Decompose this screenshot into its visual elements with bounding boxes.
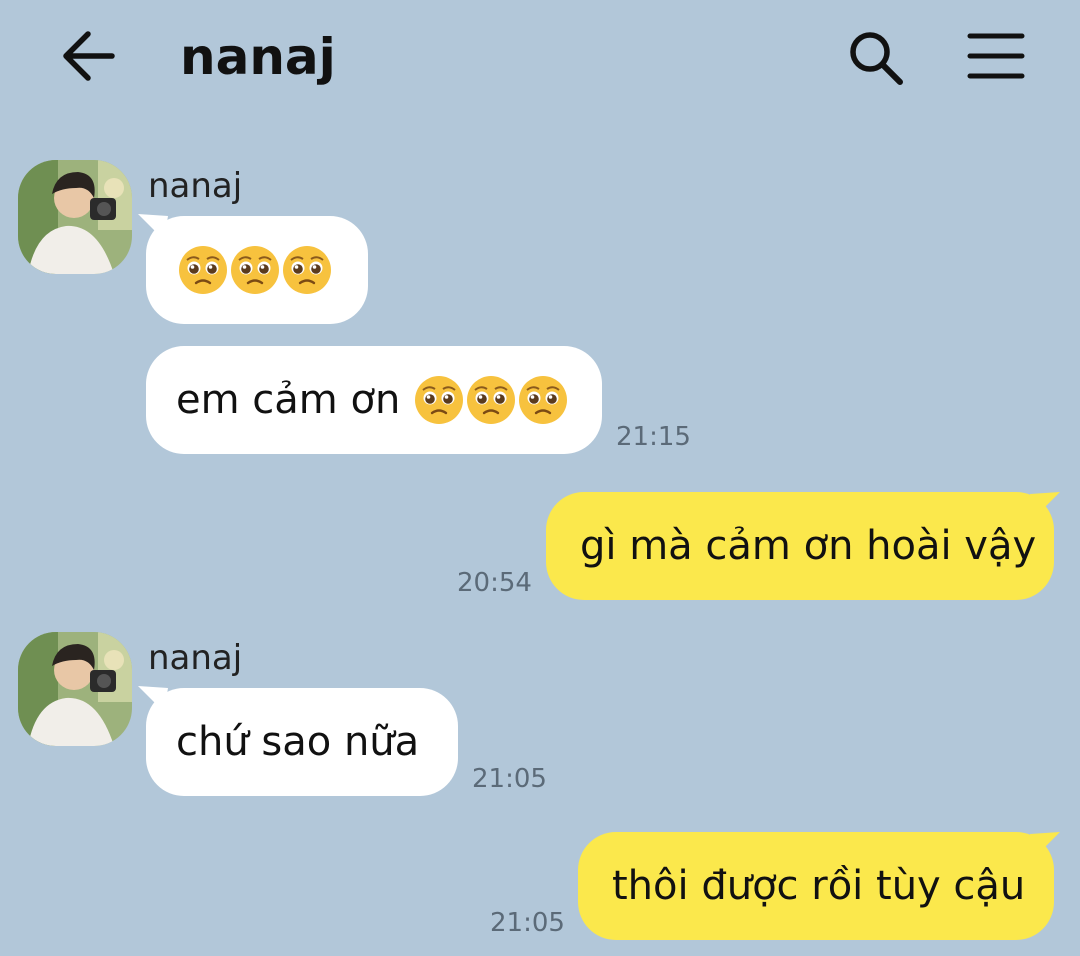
emoji-row (412, 375, 568, 425)
message-timestamp: 20:54 (457, 568, 532, 598)
avatar-image (18, 632, 132, 746)
arrow-left-icon (63, 31, 115, 81)
message-bubble-incoming[interactable]: chứ sao nữa (146, 688, 458, 796)
message-bubble-outgoing[interactable]: gì mà cảm ơn hoài vậy (546, 492, 1054, 600)
message-timestamp: 21:05 (472, 764, 547, 794)
pleading-face-emoji-icon (231, 246, 279, 294)
message-text: gì mà cảm ơn hoài vậy (580, 523, 1037, 569)
avatar[interactable] (18, 160, 132, 274)
search-button[interactable] (846, 28, 906, 88)
message-text: chứ sao nữa (176, 719, 420, 765)
pleading-face-emoji-icon (519, 376, 568, 424)
search-icon (850, 32, 903, 85)
pleading-face-emoji-icon (467, 376, 516, 424)
back-button[interactable] (58, 28, 118, 84)
message-text: em cảm ơn (176, 377, 401, 423)
message-timestamp: 21:15 (616, 422, 691, 452)
message-bubble-incoming[interactable] (146, 216, 368, 324)
avatar[interactable] (18, 632, 132, 746)
message-bubble-outgoing[interactable]: thôi được rồi tùy cậu (578, 832, 1054, 940)
emoji-row (176, 245, 332, 295)
pleading-face-emoji-icon (415, 376, 464, 424)
chat-title: nanaj (180, 28, 336, 86)
sender-name: nanaj (148, 638, 243, 678)
chat-header: nanaj (0, 0, 1080, 120)
sender-name: nanaj (148, 166, 243, 206)
menu-button[interactable] (966, 30, 1026, 82)
avatar-image (18, 160, 132, 274)
message-timestamp: 21:05 (490, 908, 565, 938)
pleading-face-emoji-icon (283, 246, 331, 294)
hamburger-menu-icon (967, 33, 1025, 79)
message-bubble-incoming[interactable]: em cảm ơn (146, 346, 602, 454)
message-text: thôi được rồi tùy cậu (612, 863, 1026, 909)
pleading-face-emoji-icon (179, 246, 227, 294)
